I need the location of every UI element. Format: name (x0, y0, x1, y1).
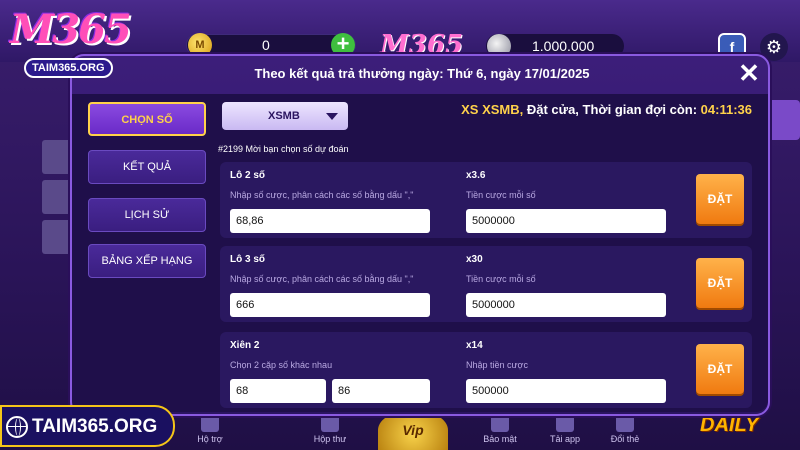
chevron-down-icon (326, 113, 338, 120)
amount-input[interactable] (466, 379, 666, 403)
first-number-input[interactable] (230, 379, 326, 403)
numbers-input[interactable] (230, 209, 430, 233)
daily-button[interactable]: DAILY (700, 414, 759, 437)
card-icon (616, 414, 634, 432)
nav-download-app[interactable]: Tải app (535, 414, 595, 444)
numbers-hint: Nhập số cược, phân cách các số bằng dấu … (230, 274, 414, 284)
amount-hint: Nhập tiền cược (466, 360, 528, 370)
status-lottery: XS XSMB, (461, 102, 524, 117)
dialog-title: Theo kết quả trả thưởng ngày: Thứ 6, ngà… (254, 66, 590, 81)
bet-row-lo2: Lô 2 số x3.6 Nhập số cược, phân cách các… (220, 162, 752, 238)
place-bet-button[interactable]: ĐẶT (696, 344, 744, 394)
nav-security[interactable]: Bảo mật (470, 414, 530, 444)
coin-balance-value: 0 (262, 37, 270, 53)
bet-type-label: Lô 3 số (230, 254, 266, 265)
site-logo: M365 TAIM365.ORG (4, 6, 144, 78)
lottery-bet-dialog: Theo kết quả trả thưởng ngày: Thứ 6, ngà… (70, 54, 770, 416)
support-icon (201, 414, 219, 432)
countdown-status: XS XSMB, Đặt cửa, Thời gian đợi còn: 04:… (372, 102, 752, 117)
bet-type-label: Xiên 2 (230, 340, 260, 351)
second-number-input[interactable] (332, 379, 430, 403)
lottery-type-select[interactable]: XSMB (222, 102, 348, 130)
bet-multiplier: x30 (466, 254, 483, 265)
side-banner[interactable] (768, 100, 800, 140)
bet-row-xien2: Xiên 2 x14 Chọn 2 cặp số khác nhau Nhập … (220, 332, 752, 408)
amount-input[interactable] (466, 293, 666, 317)
watermark-text: TAIM365.ORG (32, 416, 158, 437)
bet-row-lo3: Lô 3 số x30 Nhập số cược, phân cách các … (220, 246, 752, 322)
nav-mailbox[interactable]: Hộp thư (300, 414, 360, 444)
round-info: #2199 Mời bạn chọn số dự đoán (218, 144, 349, 154)
nav-card-exchange[interactable]: Đổi thẻ (595, 414, 655, 444)
tab-results[interactable]: KẾT QUẢ (88, 150, 206, 184)
logo-subtext: TAIM365.ORG (24, 58, 113, 78)
lock-icon (491, 414, 509, 432)
player-thumb (42, 180, 72, 214)
amount-hint: Tiền cược mỗi số (466, 190, 536, 200)
mail-icon (321, 414, 339, 432)
dialog-body: CHỌN SỐ KẾT QUẢ LỊCH SỬ BẢNG XẾP HẠNG XS… (72, 94, 768, 412)
player-thumb (42, 140, 72, 174)
bet-multiplier: x14 (466, 340, 483, 351)
tab-history[interactable]: LỊCH SỬ (88, 198, 206, 232)
close-icon[interactable]: ✕ (736, 60, 762, 86)
countdown-timer: 04:11:36 (700, 102, 752, 117)
amount-hint: Tiền cược mỗi số (466, 274, 536, 284)
vip-button[interactable]: Vip (378, 410, 448, 450)
player-thumb (42, 220, 72, 254)
watermark-badge: TAIM365.ORG (0, 405, 175, 447)
status-text: Đặt cửa, Thời gian đợi còn: (523, 102, 701, 117)
globe-icon (6, 416, 28, 438)
lottery-type-value: XSMB (268, 110, 300, 122)
side-thumbnails (42, 140, 72, 260)
nav-support[interactable]: Hộ trợ (180, 414, 240, 444)
numbers-hint: Nhập số cược, phân cách các số bằng dấu … (230, 190, 414, 200)
numbers-hint: Chọn 2 cặp số khác nhau (230, 360, 333, 370)
place-bet-button[interactable]: ĐẶT (696, 174, 744, 224)
bet-multiplier: x3.6 (466, 170, 486, 181)
bet-type-label: Lô 2 số (230, 170, 266, 181)
tab-choose-number[interactable]: CHỌN SỐ (88, 102, 206, 136)
amount-input[interactable] (466, 209, 666, 233)
logo-text: M365 (10, 6, 132, 53)
download-icon (556, 414, 574, 432)
place-bet-button[interactable]: ĐẶT (696, 258, 744, 308)
silver-balance-value: 1.000.000 (532, 38, 595, 54)
tab-leaderboard[interactable]: BẢNG XẾP HẠNG (88, 244, 206, 278)
numbers-input[interactable] (230, 293, 430, 317)
